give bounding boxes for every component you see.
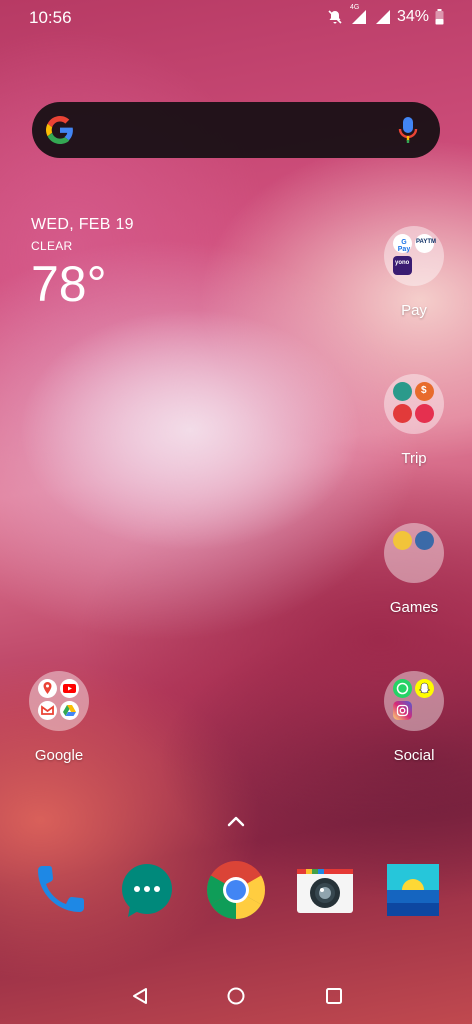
google-search-bar[interactable] bbox=[32, 102, 440, 158]
folder-trip[interactable]: $ Trip bbox=[384, 374, 444, 467]
folder-social-label: Social bbox=[393, 747, 435, 764]
navigation-bar bbox=[0, 970, 472, 1024]
folder-social[interactable]: Social bbox=[384, 671, 444, 764]
status-time: 10:56 bbox=[29, 8, 72, 27]
youtube-icon bbox=[60, 679, 79, 698]
paytm-icon: PAYTM bbox=[415, 234, 436, 253]
weather-widget[interactable]: WED, FEB 19 CLEAR 78° bbox=[31, 216, 134, 313]
folder-games[interactable]: Games bbox=[384, 523, 444, 616]
signal-icon: 4G bbox=[349, 4, 367, 25]
mic-icon[interactable] bbox=[398, 116, 418, 144]
folder-google[interactable]: Google bbox=[29, 671, 89, 764]
status-bar: 10:56 4G 34% bbox=[0, 0, 472, 36]
folder-trip-circle: $ bbox=[384, 374, 444, 434]
folder-google-label: Google bbox=[34, 747, 84, 764]
weather-condition: CLEAR bbox=[31, 239, 73, 253]
game-icon-1 bbox=[393, 531, 412, 550]
messages-icon[interactable] bbox=[118, 862, 176, 920]
chrome-icon[interactable] bbox=[206, 860, 266, 920]
battery-icon bbox=[435, 9, 444, 25]
folder-games-circle bbox=[384, 523, 444, 583]
yono-sbi-icon: yono bbox=[393, 256, 412, 275]
trip-app-icon-3 bbox=[393, 404, 412, 423]
folder-trip-label: Trip bbox=[401, 450, 427, 467]
folder-pay[interactable]: G Pay PAYTM yono Pay bbox=[384, 226, 444, 319]
instagram-icon bbox=[393, 701, 412, 720]
home-button[interactable] bbox=[226, 986, 246, 1006]
whatsapp-icon bbox=[393, 679, 412, 698]
google-pay-icon: G Pay bbox=[393, 234, 412, 253]
status-icons: 4G 34% bbox=[327, 4, 444, 26]
google-g-icon bbox=[46, 116, 73, 144]
drive-icon bbox=[60, 701, 79, 720]
gmail-icon bbox=[38, 701, 57, 720]
weather-temperature: 78° bbox=[31, 256, 107, 312]
gallery-icon[interactable] bbox=[386, 863, 440, 917]
folder-pay-circle: G Pay PAYTM yono bbox=[384, 226, 444, 286]
app-drawer-chevron-icon[interactable] bbox=[226, 814, 246, 828]
trip-app-icon-2: $ bbox=[415, 382, 434, 401]
signal-icon-2 bbox=[375, 10, 390, 24]
maps-icon bbox=[38, 679, 57, 698]
back-button[interactable] bbox=[130, 986, 150, 1006]
folder-social-circle bbox=[384, 671, 444, 731]
game-icon-2 bbox=[415, 531, 434, 550]
battery-percent: 34% bbox=[396, 8, 429, 25]
phone-icon[interactable] bbox=[30, 862, 88, 920]
trip-app-icon-4 bbox=[415, 404, 434, 423]
folder-games-label: Games bbox=[389, 599, 439, 616]
network-label: 4G bbox=[349, 4, 360, 11]
camera-icon[interactable] bbox=[296, 862, 354, 920]
trip-app-icon-1 bbox=[393, 382, 412, 401]
snapchat-icon bbox=[415, 679, 434, 698]
weather-date: WED, FEB 19 bbox=[31, 216, 134, 233]
mute-icon bbox=[328, 10, 342, 24]
folder-google-circle bbox=[29, 671, 89, 731]
recents-button[interactable] bbox=[324, 986, 344, 1006]
folder-pay-label: Pay bbox=[401, 302, 427, 319]
